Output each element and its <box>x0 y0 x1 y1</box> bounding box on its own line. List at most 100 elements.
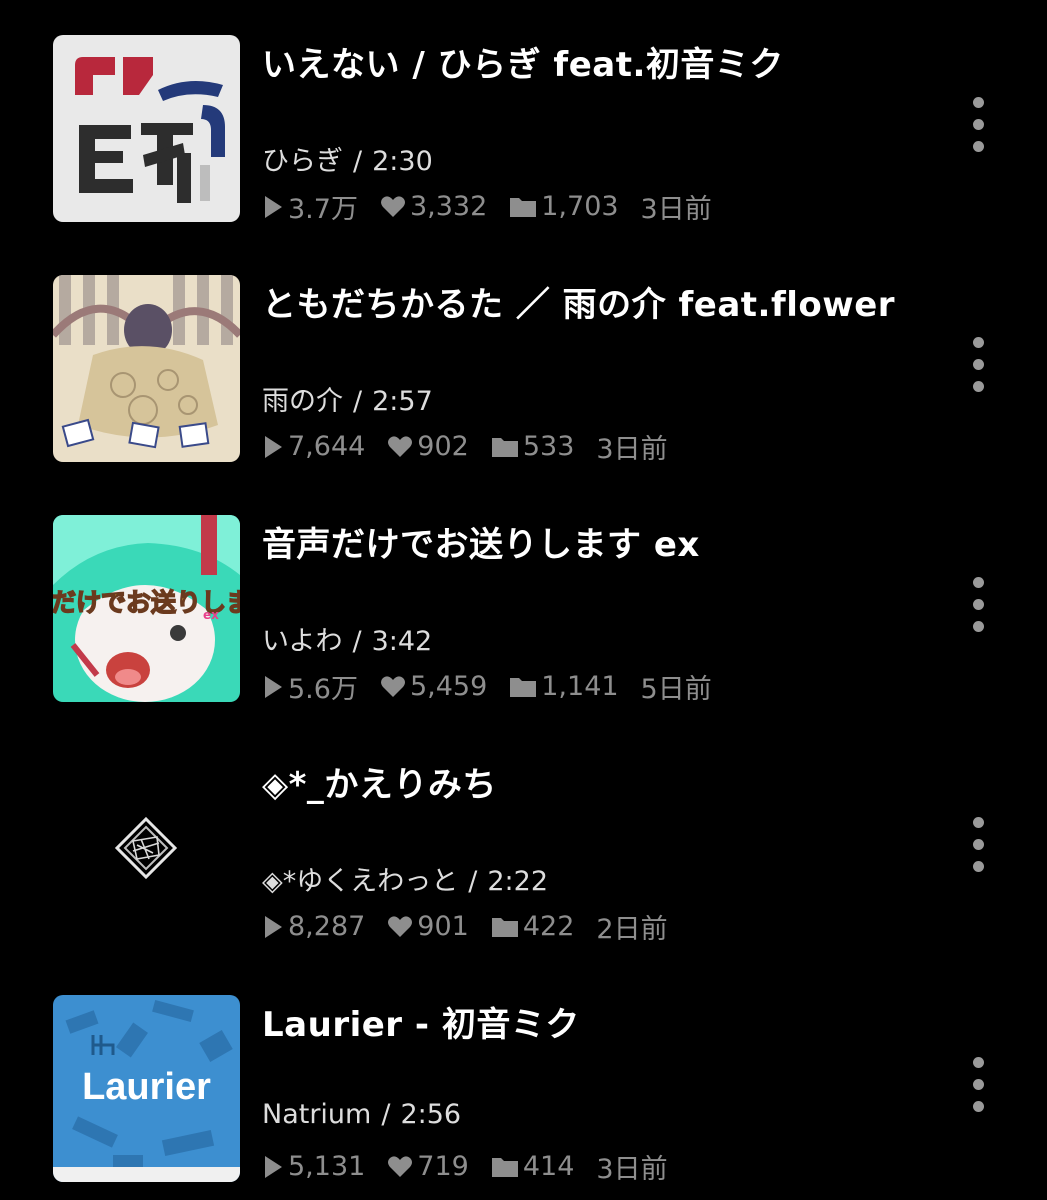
play-icon <box>265 435 282 458</box>
more-options-button[interactable] <box>966 97 990 161</box>
more-vertical-icon-dot <box>972 621 984 632</box>
posted-time: 2日前 <box>596 914 668 945</box>
more-options-button[interactable] <box>966 577 990 641</box>
mylist-count-value: 422 <box>522 911 575 942</box>
play-icon <box>265 915 282 938</box>
video-title[interactable]: ともだちかるた ／ 雨の介 feat.flower <box>262 277 895 326</box>
like-count: 719 <box>387 1151 469 1182</box>
video-stats: 8,287 901 422 2日前 <box>262 907 690 946</box>
author-name[interactable]: いよわ <box>262 626 342 657</box>
play-count-value: 5.6万 <box>288 674 358 705</box>
separator: / <box>468 866 478 897</box>
more-options-button[interactable] <box>966 1057 990 1121</box>
posted-time: 3日前 <box>596 434 668 465</box>
more-vertical-icon-dot <box>972 97 984 108</box>
video-thumbnail[interactable] <box>53 275 240 462</box>
mylist-count-value: 1,703 <box>541 191 619 222</box>
video-stats: 5,131 719 414 3日前 <box>262 1147 690 1186</box>
play-count: 5.6万 <box>262 667 358 706</box>
more-options-button[interactable] <box>966 817 990 881</box>
video-title[interactable]: Laurier - 初音ミク <box>262 997 580 1046</box>
video-title[interactable]: 音声だけでお送りします ex <box>262 517 700 566</box>
video-stats: 7,644 902 533 3日前 <box>262 427 690 466</box>
heart-icon <box>380 195 405 217</box>
more-vertical-icon-dot <box>972 381 984 392</box>
posted-time: 3日前 <box>596 1154 668 1185</box>
folder-icon <box>491 437 518 457</box>
video-thumbnail[interactable] <box>53 755 240 942</box>
play-icon <box>265 195 282 218</box>
heart-icon <box>388 1155 413 1177</box>
duration: 2:57 <box>372 386 433 417</box>
duration: 2:22 <box>487 866 549 897</box>
more-vertical-icon-dot <box>972 141 984 152</box>
folder-icon <box>491 1157 518 1177</box>
miku-character-thumbnail: だけでお送りします ex <box>53 515 240 702</box>
like-count: 5,459 <box>380 671 487 702</box>
separator: / <box>381 1099 391 1130</box>
video-list: いえない / ひらぎ feat.初音ミク ひらぎ / 2:30 3.7万 3,332… <box>0 0 1047 1200</box>
more-vertical-icon-dot <box>972 337 984 348</box>
video-meta: ◈*ゆくえわっと / 2:22 <box>262 859 548 898</box>
author-name[interactable]: ◈*ゆくえわっと <box>262 866 458 897</box>
more-vertical-icon-dot <box>972 119 984 130</box>
like-count-value: 3,332 <box>409 191 488 222</box>
more-vertical-icon-dot <box>972 1057 984 1068</box>
video-item[interactable]: ◈*_かえりみち ◈*ゆくえわっと / 2:22 8,287 901 422 2日前 <box>0 755 1047 975</box>
mylist-count: 414 <box>491 1151 575 1182</box>
more-vertical-icon-dot <box>972 1101 984 1112</box>
author-name[interactable]: 雨の介 <box>262 386 343 417</box>
like-count: 902 <box>387 431 469 462</box>
video-thumbnail[interactable] <box>53 35 240 222</box>
separator: / <box>352 626 362 657</box>
video-item[interactable]: だけでお送りします ex 音声だけでお送りします ex いよわ / 3:42 5.6… <box>0 515 1047 735</box>
posted-time: 5日前 <box>640 674 712 705</box>
diamond-scribble-thumbnail <box>53 755 240 942</box>
mylist-count: 422 <box>491 911 575 942</box>
folder-icon <box>510 677 537 697</box>
folder-icon <box>491 917 518 937</box>
more-vertical-icon-dot <box>972 577 984 588</box>
duration: 2:30 <box>372 146 433 177</box>
video-stats: 5.6万 5,459 1,141 5日前 <box>262 667 734 706</box>
video-thumbnail[interactable]: だけでお送りします ex <box>53 515 240 702</box>
more-vertical-icon-dot <box>972 359 984 370</box>
like-count-value: 902 <box>417 431 469 462</box>
play-icon <box>265 675 282 698</box>
more-vertical-icon-dot <box>972 861 984 872</box>
video-meta: ひらぎ / 2:30 <box>262 139 433 178</box>
duration: 2:56 <box>400 1099 462 1130</box>
video-meta: いよわ / 3:42 <box>262 619 432 658</box>
video-item[interactable]: ともだちかるた ／ 雨の介 feat.flower 雨の介 / 2:57 7,644… <box>0 275 1047 495</box>
mylist-count-value: 533 <box>522 431 575 462</box>
heart-icon <box>388 915 413 937</box>
play-count-value: 5,131 <box>288 1151 366 1182</box>
video-meta: Natrium / 2:56 <box>262 1099 461 1130</box>
video-item[interactable]: いえない / ひらぎ feat.初音ミク ひらぎ / 2:30 3.7万 3,332… <box>0 35 1047 255</box>
more-vertical-icon-dot <box>972 599 984 610</box>
play-count: 7,644 <box>262 431 365 462</box>
author-name[interactable]: ひらぎ <box>262 146 343 177</box>
heart-icon <box>380 675 405 697</box>
video-stats: 3.7万 3,332 1,703 3日前 <box>262 187 734 226</box>
mylist-count: 1,141 <box>509 671 619 702</box>
heart-icon <box>388 435 413 457</box>
laurier-blue-thumbnail: Laurier <box>53 995 240 1182</box>
like-count-value: 901 <box>417 911 469 942</box>
like-count: 3,332 <box>380 191 487 222</box>
more-options-button[interactable] <box>966 337 990 401</box>
more-vertical-icon-dot <box>972 817 984 828</box>
video-thumbnail[interactable]: Laurier <box>53 995 240 1182</box>
author-name[interactable]: Natrium <box>262 1099 371 1130</box>
more-vertical-icon-dot <box>972 839 984 850</box>
separator: / <box>353 386 363 417</box>
separator: / <box>353 146 363 177</box>
more-vertical-icon-dot <box>972 1079 984 1090</box>
thumbnail-caption-suffix: ex <box>203 608 219 622</box>
video-title[interactable]: ◈*_かえりみち <box>262 757 497 806</box>
video-item[interactable]: Laurier Laurier - 初音ミク Natrium / 2:56 5,13… <box>0 995 1047 1200</box>
mylist-count-value: 414 <box>522 1151 575 1182</box>
video-title[interactable]: いえない / ひらぎ feat.初音ミク <box>262 37 784 86</box>
play-count: 8,287 <box>262 911 365 942</box>
kimono-character-thumbnail <box>53 275 240 462</box>
